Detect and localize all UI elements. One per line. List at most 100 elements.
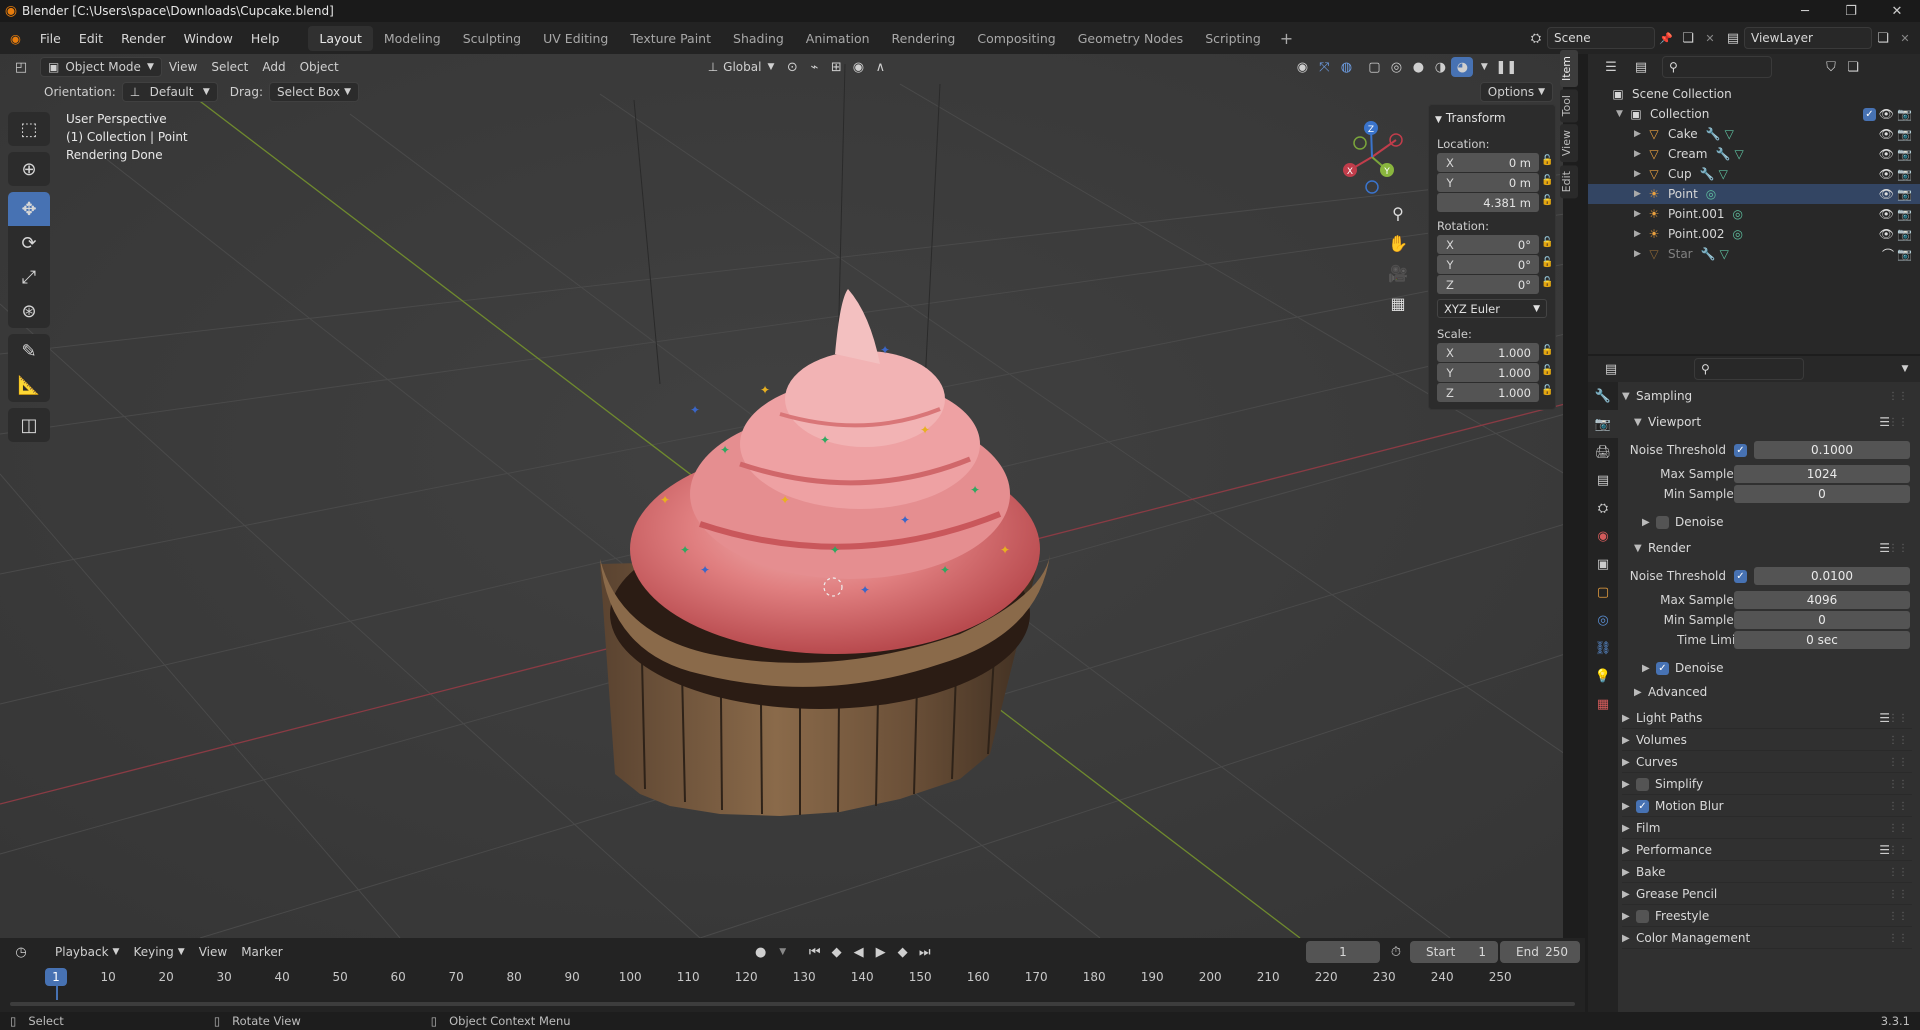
vp-denoise-checkbox[interactable] <box>1656 515 1669 529</box>
scale-x-field[interactable]: X 1.000 <box>1437 343 1539 362</box>
chevron-right-icon[interactable]: ▶ <box>1634 249 1646 259</box>
view-layer-icon[interactable]: ▤ <box>1722 28 1744 48</box>
gizmo-neg-y[interactable] <box>1353 136 1367 150</box>
light-data-icon[interactable]: ◎ <box>1706 187 1716 201</box>
r-min-samples-field[interactable]: 0 <box>1734 611 1910 629</box>
current-frame-field[interactable]: 1 <box>1306 941 1380 963</box>
blender-menu-icon[interactable]: ◉ <box>0 31 31 46</box>
gizmo-toggle-icon[interactable]: ⤧ <box>1313 57 1335 77</box>
transform-tool[interactable]: ⊛ <box>8 294 50 328</box>
chevron-down-icon[interactable]: ▼ <box>1894 359 1916 379</box>
modifier-icon[interactable]: 🔧 <box>1715 147 1730 161</box>
workspace-tab-sculpting[interactable]: Sculpting <box>452 26 532 51</box>
object-data-tab-icon[interactable]: 💡 <box>1588 662 1618 690</box>
chevron-right-icon[interactable]: ▶ <box>1634 169 1646 179</box>
section-checkbox[interactable]: ✓ <box>1636 799 1649 813</box>
jump-start-icon[interactable]: ⏮ <box>804 942 826 962</box>
chevron-right-icon[interactable]: ▶ <box>1634 189 1646 199</box>
play-icon[interactable]: ▶ <box>870 942 892 962</box>
mesh-data-icon[interactable]: ▽ <box>1719 167 1728 181</box>
viewport-menu-object[interactable]: Object <box>293 57 346 77</box>
workspace-tab-modeling[interactable]: Modeling <box>373 26 452 51</box>
r-denoise-checkbox[interactable]: ✓ <box>1656 661 1669 675</box>
delete-view-layer-icon[interactable]: ✕ <box>1894 28 1916 48</box>
outliner-item[interactable]: ▶ ▽ Cake 🔧 ▽ 👁 📷 <box>1588 124 1920 144</box>
add-cube-tool[interactable]: ◫ <box>8 408 50 442</box>
panel-simplify[interactable]: ▶ Simplify ⋮⋮ <box>1622 772 1912 796</box>
viewport-menu-add[interactable]: Add <box>255 57 292 77</box>
drag-handle-icon[interactable]: ⋮⋮ <box>1888 823 1908 834</box>
mesh-data-icon[interactable]: ▽ <box>1734 147 1743 161</box>
drag-handle-icon[interactable]: ⋮⋮ <box>1888 391 1908 402</box>
mesh-data-icon[interactable]: ▽ <box>1720 247 1729 261</box>
sidebar-tab-view[interactable]: View <box>1560 124 1578 163</box>
pin-scene-icon[interactable]: 📌 <box>1655 28 1677 48</box>
scale-tool[interactable]: ⤢ <box>8 260 50 294</box>
lock-icon[interactable]: 🔓 <box>1541 365 1553 376</box>
lock-icon[interactable]: 🔓 <box>1541 237 1553 248</box>
workspace-tab-layout[interactable]: Layout <box>308 25 373 51</box>
panel-grease-pencil[interactable]: ▶ Grease Pencil ⋮⋮ <box>1622 882 1912 906</box>
timeline-menu-marker[interactable]: Marker <box>234 942 289 962</box>
move-tool[interactable]: ✥ <box>8 192 50 226</box>
mode-dropdown[interactable]: ▣ Object Mode ▼ <box>40 57 162 77</box>
render-tab-icon[interactable]: 📷 <box>1588 410 1618 438</box>
gizmo-neg-z[interactable] <box>1365 180 1379 194</box>
chevron-down-icon[interactable]: ▼ <box>1616 109 1628 119</box>
navigation-gizmo[interactable]: Z X Y <box>1330 112 1420 202</box>
drag-handle-icon[interactable]: ⋮⋮ <box>1888 757 1908 768</box>
current-frame-indicator[interactable]: 1 <box>45 968 67 986</box>
camera-icon[interactable]: 📷 <box>1897 107 1912 121</box>
tool-tab-icon[interactable]: 🔧 <box>1588 382 1618 410</box>
menu-help[interactable]: Help <box>242 31 289 46</box>
overlay-toggle-icon[interactable]: ◍ <box>1335 57 1357 77</box>
material-shading-icon[interactable]: ◑ <box>1429 57 1451 77</box>
filter-icon[interactable]: ⛉ <box>1820 57 1842 77</box>
transform-orientation-dropdown[interactable]: ⊥ Global ▼ <box>701 57 782 77</box>
drag-handle-icon[interactable]: ⋮⋮ <box>1888 735 1908 746</box>
end-frame-field[interactable]: End 250 <box>1500 941 1580 963</box>
start-frame-field[interactable]: Start 1 <box>1410 941 1498 963</box>
vp-min-samples-field[interactable]: 0 <box>1734 485 1910 503</box>
section-checkbox[interactable] <box>1636 777 1649 791</box>
lock-icon[interactable]: 🔓 <box>1541 155 1553 166</box>
texture-tab-icon[interactable]: ▦ <box>1588 690 1618 718</box>
subpanel-vp-denoise[interactable]: ▶ Denoise <box>1622 510 1912 534</box>
drag-handle-icon[interactable]: ⋮⋮ <box>1888 867 1908 878</box>
eye-icon[interactable]: 👁 <box>1879 107 1894 121</box>
visibility-icon[interactable]: ◉ <box>1291 57 1313 77</box>
workspace-tab-uv-editing[interactable]: UV Editing <box>532 26 619 51</box>
viewport-menu-view[interactable]: View <box>162 57 204 77</box>
proportional-edit-icon[interactable]: ◉ <box>847 57 869 77</box>
eye-icon[interactable]: 👁 <box>1879 167 1894 181</box>
lock-icon[interactable]: 🔓 <box>1541 257 1553 268</box>
lock-icon[interactable]: 🔓 <box>1541 175 1553 186</box>
modifier-icon[interactable]: 🔧 <box>1700 167 1715 181</box>
location-y-field[interactable]: Y0 m <box>1437 173 1539 192</box>
scene-field[interactable]: Scene <box>1547 27 1655 49</box>
camera-icon[interactable]: 📷 <box>1897 167 1912 181</box>
outliner-search-input[interactable]: ⚲ <box>1662 56 1772 78</box>
location-x-field[interactable]: X0 m <box>1437 153 1539 172</box>
close-icon[interactable]: ✕ <box>1874 0 1920 22</box>
subpanel-advanced[interactable]: ▶ Advanced <box>1622 680 1912 704</box>
next-keyframe-icon[interactable]: ◆ <box>892 942 914 962</box>
camera-view-icon[interactable]: 🎥 <box>1383 258 1413 288</box>
rotation-mode-dropdown[interactable]: XYZ Euler ▼ <box>1437 299 1547 318</box>
pan-hand-icon[interactable]: ✋ <box>1383 228 1413 258</box>
panel-bake[interactable]: ▶ Bake ⋮⋮ <box>1622 860 1912 884</box>
timeline-menu-playback[interactable]: Playback ▼ <box>48 942 126 962</box>
menu-edit[interactable]: Edit <box>70 31 112 46</box>
sidebar-tab-item[interactable]: Item <box>1560 50 1578 88</box>
vp-noise-threshold-field[interactable]: 0.1000 <box>1754 441 1910 459</box>
minimize-icon[interactable]: ─ <box>1782 0 1828 22</box>
lock-icon[interactable]: 🔓 <box>1541 195 1553 206</box>
display-mode-icon[interactable]: ▤ <box>1630 57 1652 77</box>
constraints-tab-icon[interactable]: ⛓ <box>1588 634 1618 662</box>
camera-icon[interactable]: 📷 <box>1897 187 1912 201</box>
drag-handle-icon[interactable]: ⋮⋮ <box>1888 933 1908 944</box>
drag-handle-icon[interactable]: ⋮⋮ <box>1888 417 1908 428</box>
snap-icon[interactable]: ⌁ <box>803 57 825 77</box>
chevron-right-icon[interactable]: ▶ <box>1634 229 1646 239</box>
add-workspace-icon[interactable]: + <box>1272 29 1301 48</box>
